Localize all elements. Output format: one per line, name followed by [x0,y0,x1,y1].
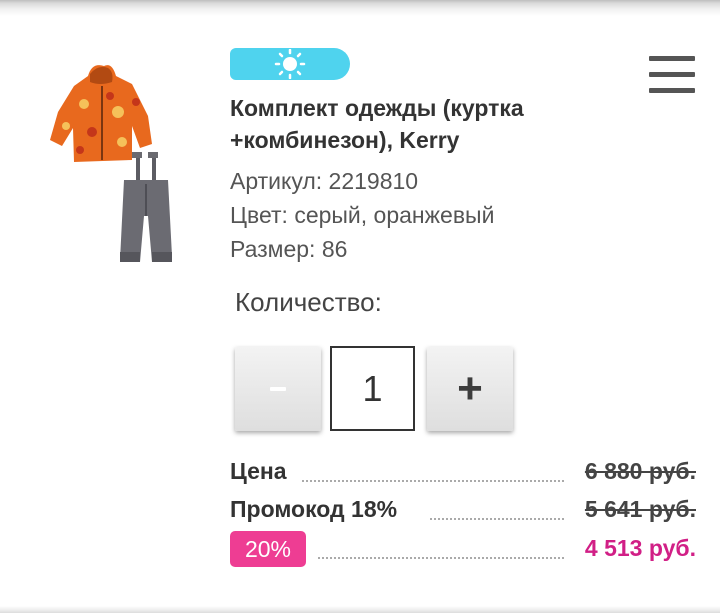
sun-icon [274,49,306,79]
season-badge [230,48,350,80]
quantity-decrease-button[interactable] [235,347,321,431]
discount-badge: 20% [230,531,306,567]
bottom-divider [0,606,720,613]
price-leader-dots [302,480,564,482]
promo-leader-dots [430,518,564,520]
product-image [40,56,180,271]
final-price: 4 513 руб. [584,535,696,561]
quantity-label: Количество: [235,287,382,317]
top-shadow [0,0,720,16]
quantity-input[interactable]: 1 [330,346,415,431]
hamburger-icon-bar-middle [649,72,695,77]
product-color: Цвет: серый, оранжевый [230,202,495,228]
article-number: Артикул: 2219810 [230,168,419,194]
promo-label: Промокод 18% [230,496,398,522]
menu-button[interactable] [649,56,697,96]
promo-price: 5 641 руб. [584,496,696,522]
hamburger-icon-bar-bottom [649,88,695,93]
product-size: Размер: 86 [230,236,348,262]
quantity-increase-button[interactable]: + [427,347,513,431]
minus-icon [270,387,286,391]
plus-icon: + [457,364,483,413]
original-price: 6 880 руб. [584,458,696,484]
final-leader-dots [318,557,564,559]
hamburger-icon-bar-top [649,56,695,61]
price-label: Цена [230,458,287,484]
product-title: Комплект одежды (куртка +комбинезон), Ke… [230,95,524,153]
